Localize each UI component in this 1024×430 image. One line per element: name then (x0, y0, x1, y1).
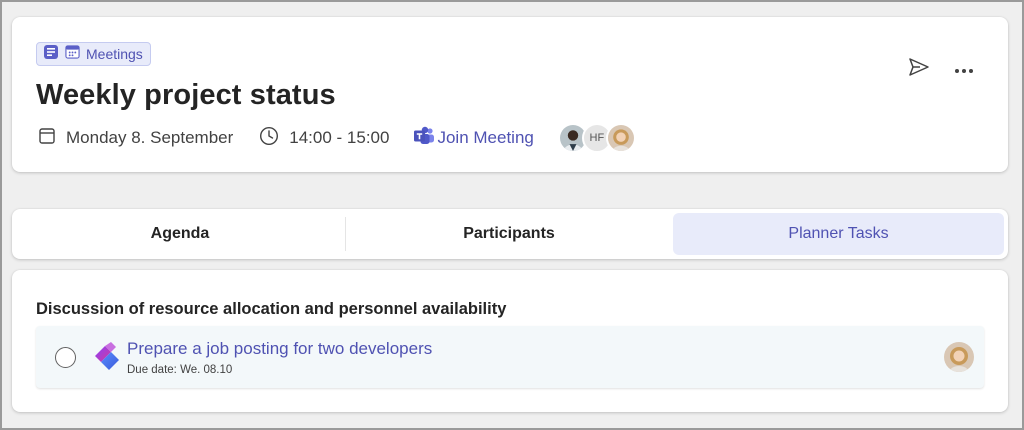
calendar-icon (38, 127, 56, 150)
planner-logo-icon (92, 341, 124, 378)
join-meeting-label: Join Meeting (437, 128, 534, 147)
tab-label: Participants (463, 225, 555, 242)
participant-avatars[interactable]: HF (557, 123, 636, 153)
join-meeting-link[interactable]: Join Meeting (413, 126, 534, 151)
meeting-header-card: Meetings Weekly project status Monday 8.… (12, 17, 1008, 172)
task-due-date: Due date: We. 08.10 (127, 364, 233, 376)
category-pill[interactable]: Meetings (36, 42, 151, 66)
page-title: Weekly project status (36, 79, 336, 111)
meeting-date-text: Monday 8. September (66, 128, 234, 147)
tab-agenda[interactable]: Agenda (16, 213, 344, 255)
planner-tasks-panel: Discussion of resource allocation and pe… (12, 270, 1008, 412)
meeting-time: 14:00 - 15:00 (259, 126, 389, 151)
header-actions (908, 57, 974, 82)
meeting-meta-row: Monday 8. September 14:00 - 15:00 Join M… (38, 123, 636, 153)
assignee-avatar[interactable] (944, 342, 974, 372)
tab-planner-tasks[interactable]: Planner Tasks (673, 213, 1004, 255)
tab-bar: Agenda Participants Planner Tasks (12, 209, 1008, 259)
teams-icon (413, 126, 435, 151)
meeting-time-text: 14:00 - 15:00 (289, 128, 390, 147)
task-complete-checkbox[interactable] (55, 347, 76, 368)
loop-app-icon (43, 44, 59, 65)
more-icon[interactable] (954, 61, 974, 79)
task-title[interactable]: Prepare a job posting for two developers (127, 339, 432, 359)
tab-label: Planner Tasks (788, 225, 889, 242)
avatar-initials: HF (589, 132, 605, 144)
task-row[interactable]: Prepare a job posting for two developers… (36, 326, 984, 388)
tab-participants[interactable]: Participants (346, 213, 672, 255)
clock-icon (259, 126, 279, 151)
agenda-item-title: Discussion of resource allocation and pe… (36, 300, 507, 318)
calendar-color-icon (65, 44, 80, 64)
meeting-date: Monday 8. September (38, 127, 233, 150)
category-label: Meetings (86, 46, 143, 62)
avatar (605, 123, 636, 153)
app-frame: Meetings Weekly project status Monday 8.… (0, 0, 1024, 430)
send-icon[interactable] (908, 57, 930, 82)
tab-label: Agenda (150, 225, 210, 242)
